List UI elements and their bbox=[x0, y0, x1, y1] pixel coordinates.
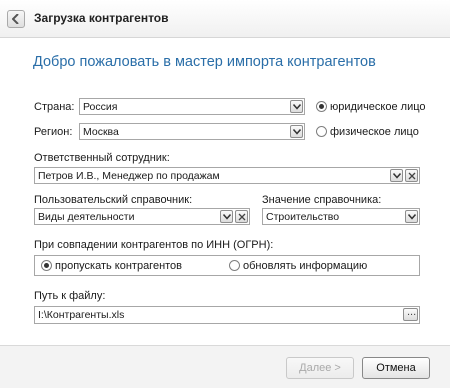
close-icon bbox=[238, 213, 246, 221]
country-value: Россия bbox=[83, 101, 118, 113]
user-directory-dropdown-button[interactable] bbox=[220, 210, 233, 223]
file-path-label: Путь к файлу: bbox=[34, 290, 106, 302]
window-title: Загрузка контрагентов bbox=[34, 11, 169, 25]
window-header: Загрузка контрагентов bbox=[0, 0, 450, 38]
directory-value-dropdown-button[interactable] bbox=[405, 210, 418, 223]
skip-contractors-label: пропускать контрагентов bbox=[55, 260, 183, 272]
file-path-input[interactable]: I:\Контрагенты.xls ... bbox=[34, 306, 420, 324]
file-path-value: I:\Контрагенты.xls bbox=[38, 309, 125, 321]
directory-value-select[interactable]: Строительство bbox=[262, 208, 420, 225]
legal-entity-label: юридическое лицо bbox=[330, 101, 426, 113]
chevron-left-icon bbox=[12, 14, 19, 24]
chevron-down-icon bbox=[293, 104, 301, 110]
cancel-button[interactable]: Отмена bbox=[362, 357, 430, 379]
next-button[interactable]: Далее > bbox=[286, 357, 354, 379]
skip-contractors-radio[interactable] bbox=[41, 260, 52, 271]
legal-entity-radio[interactable] bbox=[316, 101, 327, 112]
close-icon bbox=[408, 172, 416, 180]
user-directory-select[interactable]: Виды деятельности bbox=[34, 208, 250, 225]
browse-button[interactable]: ... bbox=[403, 306, 418, 321]
footer-bar: Далее > Отмена bbox=[0, 345, 450, 388]
directory-value-label: Значение справочника: bbox=[262, 194, 382, 206]
inn-match-label: При совпадении контрагентов по ИНН (ОГРН… bbox=[34, 239, 274, 251]
inn-match-group: пропускать контрагентов обновлять информ… bbox=[34, 255, 420, 276]
region-value: Москва bbox=[83, 126, 119, 138]
user-directory-label: Пользовательский справочник: bbox=[34, 194, 193, 206]
responsible-clear-button[interactable] bbox=[405, 169, 418, 182]
country-dropdown-button[interactable] bbox=[290, 100, 303, 113]
region-dropdown-button[interactable] bbox=[290, 125, 303, 138]
region-select[interactable]: Москва bbox=[79, 123, 305, 140]
individual-label: физическое лицо bbox=[330, 126, 419, 138]
directory-value-value: Строительство bbox=[266, 211, 340, 223]
country-label: Страна: bbox=[34, 101, 75, 113]
chevron-down-icon bbox=[293, 129, 301, 135]
responsible-value: Петров И.В., Менеджер по продажам bbox=[38, 170, 220, 182]
country-select[interactable]: Россия bbox=[79, 98, 305, 115]
user-directory-clear-button[interactable] bbox=[235, 210, 248, 223]
responsible-select[interactable]: Петров И.В., Менеджер по продажам bbox=[34, 167, 420, 184]
responsible-label: Ответственный сотрудник: bbox=[34, 152, 170, 164]
chevron-down-icon bbox=[223, 214, 231, 220]
responsible-dropdown-button[interactable] bbox=[390, 169, 403, 182]
back-button[interactable] bbox=[7, 10, 25, 28]
individual-radio[interactable] bbox=[316, 126, 327, 137]
welcome-heading: Добро пожаловать в мастер импорта контра… bbox=[33, 54, 376, 70]
chevron-down-icon bbox=[393, 173, 401, 179]
region-label: Регион: bbox=[34, 126, 73, 138]
user-directory-value: Виды деятельности bbox=[38, 211, 135, 223]
update-info-label: обновлять информацию bbox=[243, 260, 368, 272]
update-info-radio[interactable] bbox=[229, 260, 240, 271]
chevron-down-icon bbox=[408, 214, 416, 220]
browse-label: ... bbox=[407, 306, 417, 318]
